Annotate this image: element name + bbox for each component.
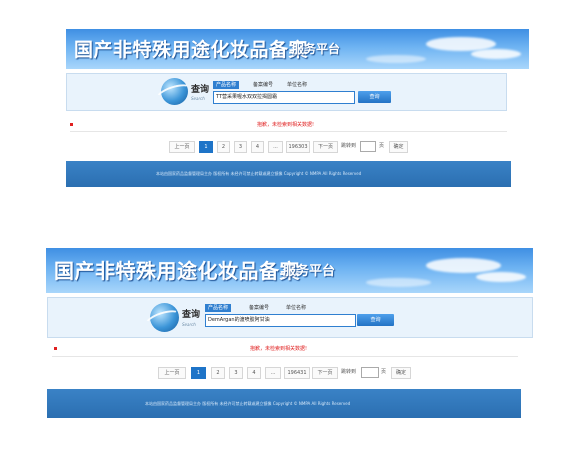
tab-record-number[interactable]: 备案编号: [250, 81, 276, 89]
jump-to-label: 跳转到: [341, 143, 357, 149]
cloud-decoration: [366, 55, 426, 63]
jump-page-input[interactable]: [360, 141, 376, 152]
cloud-decoration: [426, 258, 501, 273]
last-page-button[interactable]: 196431: [284, 367, 310, 379]
next-page-button[interactable]: 下一页: [313, 141, 338, 153]
record-query-panel-2: 国产非特殊用途化妆品备案 服务平台 查询 Search 产品名称 备案编号 单位…: [0, 219, 570, 449]
banner-subtitle: 服务平台: [283, 264, 336, 279]
pagination-ellipsis: ...: [265, 367, 281, 379]
tab-company-name[interactable]: 单位名称: [283, 304, 309, 312]
page-button-2[interactable]: 2: [211, 367, 225, 379]
last-page-button[interactable]: 196303: [286, 141, 310, 153]
cloud-decoration: [471, 49, 521, 59]
tab-product-name[interactable]: 产品名称: [213, 81, 240, 89]
search-box: 查询 Search 产品名称 备案编号 单位名称 TT营采果喔水双双拉揭圆霜 查…: [66, 73, 507, 111]
search-input[interactable]: DemArgan的渡喷胶阿甘油: [205, 314, 356, 327]
confirm-jump-button[interactable]: 确定: [389, 141, 408, 153]
jump-page-input[interactable]: [361, 367, 379, 378]
no-results-message: 抱歉，未检索到相关数据!: [250, 346, 308, 352]
search-button[interactable]: 查询: [358, 91, 391, 103]
page-button-2[interactable]: 2: [217, 141, 230, 153]
search-box: 查询 Search 产品名称 备案编号 单位名称 DemArgan的渡喷胶阿甘油…: [47, 297, 533, 338]
banner-title: 国产非特殊用途化妆品备案: [54, 259, 300, 283]
square-marker-icon: [70, 123, 73, 126]
no-results-message: 抱歉，未检索到相关数据!: [257, 122, 315, 128]
page-unit-label: 页: [379, 143, 385, 149]
page-button-4[interactable]: 4: [251, 141, 264, 153]
page-button-3[interactable]: 3: [229, 367, 243, 379]
banner-subtitle: 服务平台: [292, 42, 341, 56]
prev-page-button[interactable]: 上一页: [158, 367, 186, 379]
search-title: 查询: [182, 310, 201, 320]
tab-company-name[interactable]: 单位名称: [284, 81, 310, 89]
next-page-button[interactable]: 下一页: [312, 367, 338, 379]
page-button-4[interactable]: 4: [247, 367, 261, 379]
divider: [52, 356, 518, 357]
site-footer: 本站由国家药品监督管理局主办 版权所有 未经许可禁止转载或建立镜像 Copyri…: [66, 161, 511, 187]
site-banner: 国产非特殊用途化妆品备案 服务平台: [46, 248, 533, 293]
tab-record-number[interactable]: 备案编号: [246, 304, 272, 312]
banner-title: 国产非特殊用途化妆品备案: [74, 39, 309, 61]
search-button[interactable]: 查询: [357, 314, 394, 326]
record-query-panel-1: 国产非特殊用途化妆品备案 服务平台 查询 Search 产品名称 备案编号 单位…: [0, 0, 570, 210]
footer-copyright: 本站由国家药品监督管理局主办 版权所有 未经许可禁止转载或建立镜像 Copyri…: [145, 401, 351, 406]
pagination-ellipsis: ...: [268, 141, 283, 153]
footer-copyright: 本站由国家药品监督管理局主办 版权所有 未经许可禁止转载或建立镜像 Copyri…: [156, 171, 362, 176]
page-button-1[interactable]: 1: [199, 141, 213, 153]
page-button-1[interactable]: 1: [191, 367, 206, 379]
page-button-3[interactable]: 3: [234, 141, 247, 153]
site-footer: 本站由国家药品监督管理局主办 版权所有 未经许可禁止转载或建立镜像 Copyri…: [47, 389, 521, 418]
square-marker-icon: [54, 347, 57, 350]
cloud-decoration: [366, 278, 431, 287]
divider: [70, 131, 507, 132]
page-unit-label: 页: [381, 369, 387, 375]
cloud-decoration: [476, 272, 526, 282]
search-title: 查询: [191, 85, 210, 95]
site-banner: 国产非特殊用途化妆品备案 服务平台: [66, 29, 529, 69]
search-input[interactable]: TT营采果喔水双双拉揭圆霜: [213, 91, 355, 104]
confirm-jump-button[interactable]: 确定: [391, 367, 411, 379]
search-subtitle: Search: [191, 96, 205, 101]
prev-page-button[interactable]: 上一页: [169, 141, 195, 153]
tab-product-name[interactable]: 产品名称: [205, 304, 232, 312]
search-subtitle: Search: [182, 322, 196, 327]
jump-to-label: 跳转到: [341, 369, 357, 375]
